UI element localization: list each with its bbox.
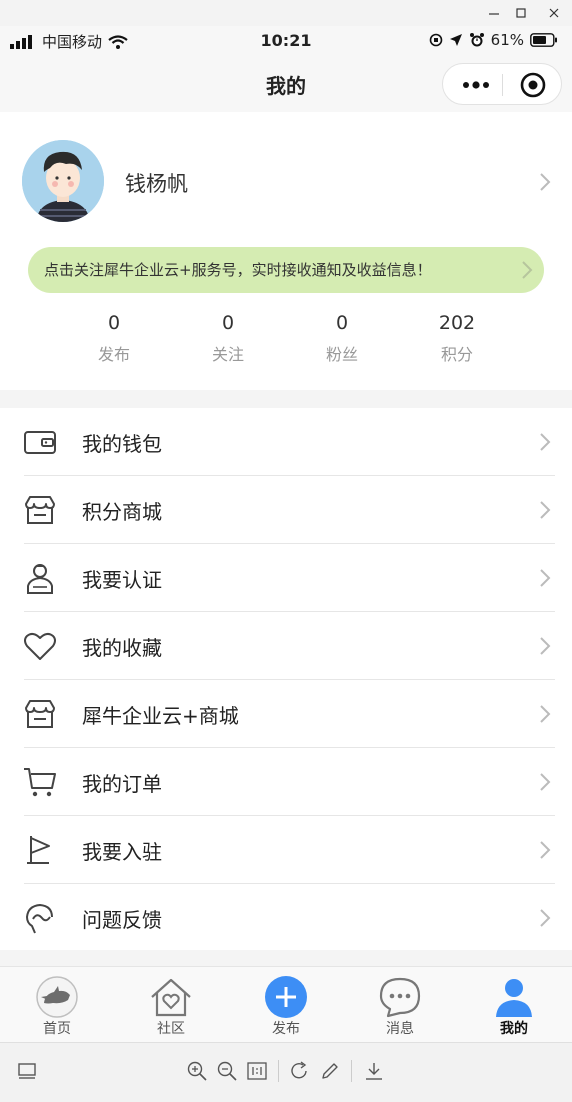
menu-item-label: 我的订单 [82,772,162,796]
menu-item-verification[interactable]: 我要认证 [0,544,572,612]
wallet-icon [24,431,56,454]
chat-bubble-icon [379,977,421,1018]
chevron-right-icon [540,501,551,519]
zoom-in-icon[interactable] [186,1060,208,1082]
heart-icon [24,632,56,660]
capsule-divider [502,74,503,96]
toolbar-divider [351,1060,352,1082]
profile-section: 钱杨帆 点击关注犀牛企业云+服务号，实时接收通知及收益信息！ 0 发布 0 关注… [0,112,572,390]
nav-bar: 我的 [0,54,572,112]
maximize-icon[interactable] [511,3,531,23]
actual-size-icon[interactable] [246,1060,268,1082]
menu-item-points-mall[interactable]: 积分商城 [0,476,572,544]
user-name[interactable]: 钱杨帆 [125,168,188,198]
more-options-button[interactable] [457,74,503,96]
menu-item-wallet[interactable]: 我的钱包 [0,408,572,476]
tab-label: 社区 [157,1021,185,1037]
chevron-right-icon [540,705,551,723]
chevron-right-icon [540,637,551,655]
rotation-lock-icon [429,33,442,47]
store-icon [25,496,55,524]
stat-following[interactable]: 0 关注 [178,312,278,365]
tab-bar: 首页 社区 发布 消息 我的 [0,966,572,1042]
menu-item-join[interactable]: 我要入驻 [0,816,572,884]
menu-item-favorites[interactable]: 我的收藏 [0,612,572,680]
alarm-icon [469,33,484,47]
menu-item-label: 我的钱包 [82,432,162,456]
stat-value: 0 [335,312,349,334]
stat-points[interactable]: 202 积分 [407,312,507,365]
window-titlebar [0,0,572,26]
tab-label: 我的 [500,1021,528,1037]
menu-list: 我的钱包 积分商城 我要认证 我的收藏 犀牛企业云+商城 我的订单 我要入驻 问… [0,408,572,952]
store-icon [25,700,55,728]
feedback-icon [26,904,53,934]
tab-label: 首页 [43,1021,71,1037]
battery-percent: 61% [490,31,524,49]
chevron-right-icon [540,841,551,859]
stat-label: 关注 [211,345,244,364]
miniprogram-capsule [442,63,562,105]
stat-label: 积分 [440,345,473,364]
menu-item-label: 我的收藏 [82,636,162,660]
status-bar: 中国移动 10:21 61% [0,26,572,54]
chevron-right-icon[interactable] [538,172,552,192]
avatar-cartoon-icon [22,140,104,222]
more-dots-icon [463,81,489,89]
menu-item-orders[interactable]: 我的订单 [0,748,572,816]
menu-item-label: 积分商城 [82,500,162,524]
edit-pencil-icon[interactable] [319,1060,341,1082]
follow-account-banner[interactable]: 点击关注犀牛企业云+服务号，实时接收通知及收益信息！ [28,247,544,293]
rhino-logo-icon [36,976,78,1018]
stat-value: 0 [107,312,121,334]
avatar[interactable] [22,140,104,222]
stats-row: 0 发布 0 关注 0 粉丝 202 积分 [0,312,572,372]
stat-value: 202 [438,312,476,334]
menu-item-feedback[interactable]: 问题反馈 [0,884,572,952]
close-miniprogram-button[interactable] [520,72,546,98]
flag-icon [27,836,50,864]
cart-icon [24,768,56,797]
menu-item-label: 犀牛企业云+商城 [82,704,239,728]
chevron-right-icon [540,773,551,791]
menu-item-label: 问题反馈 [82,908,162,932]
minimize-icon[interactable] [484,3,504,23]
tab-me[interactable]: 我的 [464,967,564,1043]
toolbar-divider [278,1060,279,1082]
chevron-right-icon [540,433,551,451]
stat-label: 粉丝 [325,345,358,364]
zoom-out-icon[interactable] [216,1060,238,1082]
stat-posts[interactable]: 0 发布 [64,312,164,365]
banner-text: 点击关注犀牛企业云+服务号，实时接收通知及收益信息！ [44,261,432,279]
tab-label: 消息 [386,1021,414,1037]
tab-messages[interactable]: 消息 [350,967,450,1043]
menu-item-label: 我要认证 [82,568,162,592]
stat-label: 发布 [97,345,130,364]
section-divider [0,950,572,966]
user-verify-icon [27,564,53,594]
battery-icon [530,33,557,47]
thumbnail-icon[interactable] [16,1060,38,1082]
download-icon[interactable] [363,1060,385,1082]
location-arrow-icon [449,34,462,46]
menu-item-rhino-mall[interactable]: 犀牛企业云+商城 [0,680,572,748]
close-icon[interactable] [544,3,564,23]
tab-community[interactable]: 社区 [121,967,221,1043]
stat-value: 0 [221,312,235,334]
viewer-toolbar [0,1042,572,1102]
menu-item-label: 我要入驻 [82,840,162,864]
person-icon [496,979,532,1017]
tab-publish[interactable]: 发布 [236,967,336,1043]
chevron-right-icon [540,569,551,587]
tab-label: 发布 [272,1021,300,1037]
stat-fans[interactable]: 0 粉丝 [292,312,392,365]
rotate-icon[interactable] [289,1060,311,1082]
section-divider [0,390,572,408]
target-circle-icon [520,72,546,98]
house-heart-icon [151,978,191,1017]
plus-circle-icon [265,976,307,1018]
chevron-right-icon [522,261,533,279]
tab-home[interactable]: 首页 [7,967,107,1043]
chevron-right-icon [540,909,551,927]
